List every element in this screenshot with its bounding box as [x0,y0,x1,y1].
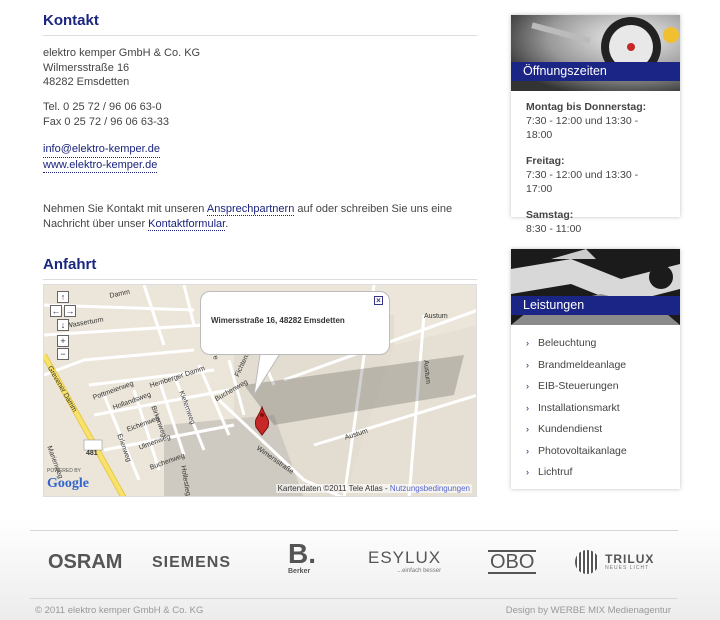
service-item[interactable]: › EIB-Steuerungen [526,379,680,401]
pan-left-button[interactable]: ← [50,305,62,317]
map-data-credit: Kartendaten ©2011 Tele Atlas - [277,484,390,493]
bubble-address: Wimersstraße 16, 48282 Emsdetten [211,316,345,325]
trilux-name: TRILUX [605,552,655,566]
copyright: © 2011 elektro kemper GmbH & Co. KG [35,605,204,616]
trilux-tagline: NEUES LICHT [605,565,650,571]
service-label: Installationsmarkt [538,401,620,414]
pan-down-button[interactable]: ↓ [57,319,69,331]
hours-day: Freitag: [526,155,565,167]
berker-logo[interactable]: B. Berker [288,538,328,576]
pan-right-button[interactable]: → [64,305,76,317]
esylux-tagline: ...einfach besser [397,568,442,574]
address-block: elektro kemper GmbH & Co. KG Wilmersstra… [43,46,200,90]
service-label: Brandmeldeanlage [538,358,627,371]
city-address: 48282 Emsdetten [43,76,130,88]
services-list: › Beleuchtung › Brandmeldeanlage › EIB-Steu… [511,325,680,487]
service-label: Kundendienst [538,423,603,435]
hours-time: 8:30 - 11:00 [526,223,582,235]
arrow-right-icon: › [526,467,529,477]
berker-mark: B. [288,538,316,569]
service-label: Lichtruf [538,466,573,478]
phone-number: Tel. 0 25 72 / 96 06 63-0 [43,101,162,113]
hours-header-image: Öffnungszeiten [511,15,680,91]
company-name: elektro kemper GmbH & Co. KG [43,47,201,59]
contact-text-before: Nehmen Sie Kontakt mit unseren [43,203,207,215]
website-link[interactable]: www.elektro-kemper.de [43,158,158,173]
map-credit: Kartendaten ©2011 Tele Atlas - Nutzungsb… [275,484,472,493]
hours-day: Montag bis Donnerstag: [526,101,647,113]
arrow-right-icon: › [526,424,529,434]
fax-number: Fax 0 25 72 / 96 06 63-33 [43,115,169,128]
service-item[interactable]: › Kundendienst [526,422,680,444]
services-title: Leistungen [511,296,680,315]
street-address: Wilmersstraße 16 [43,61,130,74]
powered-by-label: POWERED BY [47,468,81,474]
contact-text-after: . [225,218,229,230]
close-icon[interactable]: × [374,296,383,305]
terms-link[interactable]: Nutzungsbedingungen [390,484,470,493]
arrow-right-icon: › [526,402,529,413]
service-item[interactable]: › Lichtruf [526,465,680,487]
map[interactable]: 481 Grevener Damm Hemberger Damm Pottmei… [43,284,477,497]
service-label: EIB-Steuerungen [538,380,619,392]
pan-up-button[interactable]: ↑ [57,291,69,303]
contact-links: info@elektro-kemper.de www.elektro-kempe… [43,142,160,173]
obo-logo[interactable]: OBO [488,550,537,574]
hours-time: 7:30 - 12:00 und 13:30 - 17:00 [526,169,639,195]
arrow-right-icon: › [526,359,529,370]
partners-link[interactable]: Ansprechpartnern [206,203,295,216]
footer-divider-bottom [30,598,678,599]
street-label: Austum [424,313,448,320]
esylux-logo[interactable]: ESYLUX ...einfach besser [368,548,441,574]
osram-logo[interactable]: OSRAM [48,551,122,574]
arrow-right-icon: › [526,445,529,456]
arrow-right-icon: › [526,338,529,348]
siemens-logo[interactable]: SIEMENS [152,554,231,572]
service-label: Beleuchtung [538,337,597,349]
service-item[interactable]: › Photovoltaikanlage [526,444,680,466]
berker-name: Berker [288,568,311,575]
contact-title: Kontakt [43,12,477,36]
zoom-in-button[interactable]: + [57,335,69,347]
design-credit[interactable]: Design by WERBE MIX Medienagentur [506,605,671,616]
email-link[interactable]: info@elektro-kemper.de [43,142,160,158]
service-item[interactable]: › Installationsmarkt [526,401,680,423]
footer-divider-top [30,530,678,531]
services-header-image: Leistungen [511,249,680,325]
contact-form-link[interactable]: Kontaktformular [148,218,226,231]
service-item[interactable]: › Beleuchtung [526,336,680,358]
road-number-label: 481 [86,450,98,457]
trilux-globe-icon [575,550,599,574]
hours-day: Samstag: [526,209,574,221]
service-item[interactable]: › Brandmeldeanlage [526,358,680,380]
hours-time: 7:30 - 12:00 und 13:30 - 18:00 [526,115,639,141]
google-wordmark: Google [47,476,89,491]
partner-logos: OSRAM SIEMENS B. Berker ESYLUX ...einfac… [30,540,678,586]
phone-block: Tel. 0 25 72 / 96 06 63-0 Fax 0 25 72 / … [43,100,169,129]
directions-title: Anfahrt [43,256,477,280]
hours-list: Montag bis Donnerstag: 7:30 - 12:00 und … [511,91,680,245]
opening-hours-box: Öffnungszeiten Montag bis Donnerstag: 7:… [511,15,680,235]
google-logo[interactable]: POWERED BY Google [47,468,89,492]
arrow-right-icon: › [526,381,529,391]
zoom-out-button[interactable]: − [57,348,69,360]
hours-title: Öffnungszeiten [511,62,680,81]
services-box: Leistungen › Beleuchtung › Brandmeldeanlag… [511,249,680,489]
service-label: Photovoltaikanlage [538,444,627,457]
contact-paragraph: Nehmen Sie Kontakt mit unseren Ansprechp… [43,202,483,232]
trilux-logo[interactable]: TRILUX NEUES LICHT [575,550,654,574]
map-info-bubble: Wimersstraße 16, 48282 Emsdetten × [200,291,390,355]
esylux-name: ESYLUX [368,548,442,567]
